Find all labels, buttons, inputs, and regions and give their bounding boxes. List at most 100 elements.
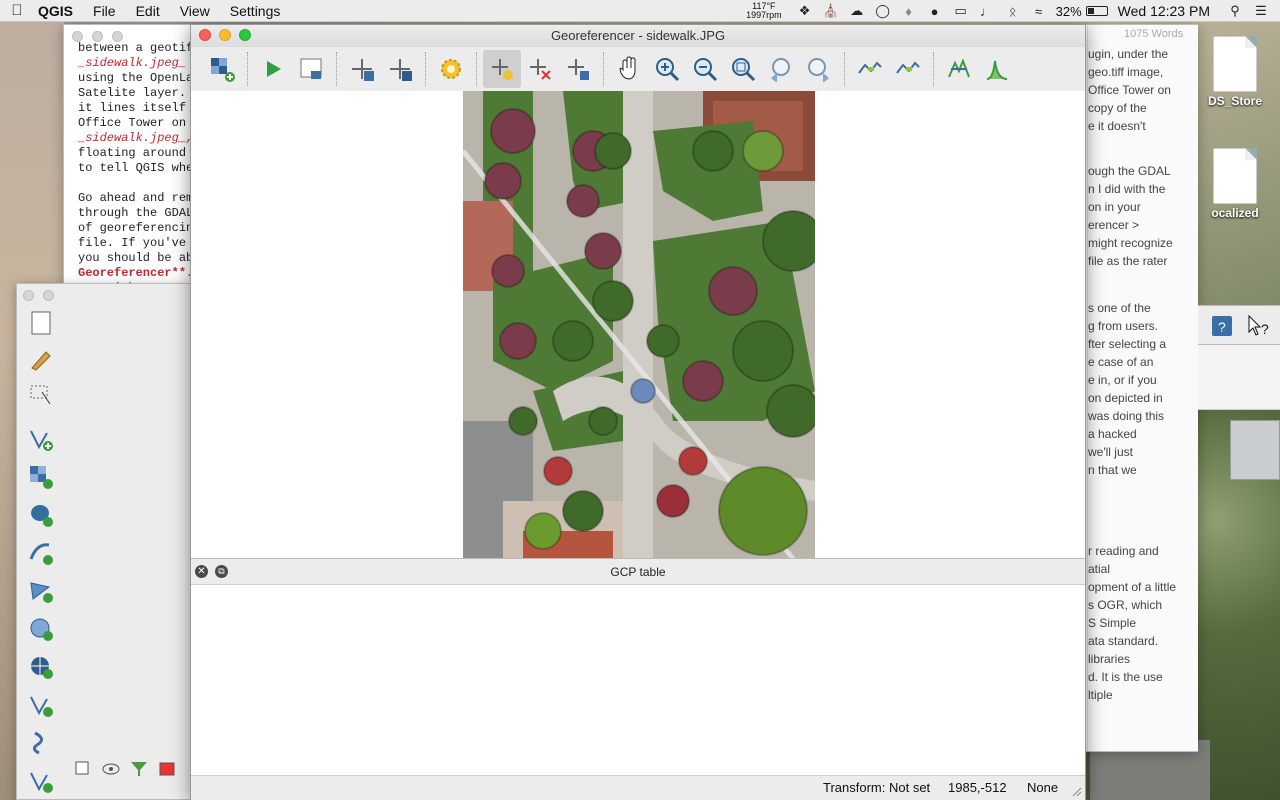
close-window-button[interactable] — [199, 29, 211, 41]
clock[interactable]: Wed 12:23 PM — [1118, 3, 1210, 19]
filter-icon[interactable] — [129, 759, 149, 779]
desktop-file-ds-store[interactable]: DS_Store — [1200, 36, 1270, 108]
notification-bell-icon[interactable]: ♦ — [896, 4, 922, 19]
volume-icon[interactable]: ♩ — [974, 4, 1000, 19]
preview-line: s OGR, which — [1088, 598, 1163, 612]
move-gcp-point-button[interactable] — [559, 50, 597, 88]
new-project-icon[interactable] — [25, 308, 57, 338]
add-raster-layer-icon[interactable] — [25, 462, 57, 492]
gdal-script-icon — [300, 58, 322, 79]
preview-line: atial — [1088, 562, 1111, 576]
preview-line: n I did with the — [1088, 182, 1166, 196]
open-raster-button[interactable] — [203, 50, 241, 88]
whats-this-icon[interactable]: ? — [1246, 314, 1272, 338]
add-point-button[interactable] — [483, 50, 521, 88]
generate-gdal-script-button[interactable] — [292, 50, 330, 88]
preview-line: a hacked — [1088, 427, 1137, 441]
resize-grip-icon[interactable] — [1072, 787, 1082, 797]
edit-pencil-icon[interactable] — [25, 344, 57, 374]
pan-button[interactable] — [610, 50, 648, 88]
bluetooth-icon[interactable]: ᛟ — [1000, 4, 1026, 19]
tree-canopy — [766, 384, 815, 438]
histogram-stretch-icon — [948, 58, 970, 78]
close-panel-icon[interactable]: ✕ — [195, 565, 208, 578]
link-georeferencer-to-qgis-button[interactable] — [851, 50, 889, 88]
add-wms-layer-icon[interactable] — [25, 614, 57, 644]
add-mssql-layer-icon[interactable] — [25, 576, 57, 606]
app-menu[interactable]: QGIS — [34, 3, 83, 19]
help-icon[interactable]: ? — [1210, 314, 1234, 338]
document-icon — [1213, 36, 1257, 92]
zoom-out-button[interactable] — [686, 50, 724, 88]
zoom-last-icon — [771, 58, 790, 82]
layer-style-icon[interactable] — [157, 759, 177, 779]
preview-line: opment of a little — [1088, 580, 1177, 594]
preview-line: ugin, under the — [1088, 47, 1169, 61]
battery-icon[interactable] — [1085, 6, 1108, 16]
float-panel-icon[interactable]: ⧉ — [215, 565, 228, 578]
add-wfs-layer-icon[interactable] — [25, 690, 57, 720]
menu-file[interactable]: File — [83, 3, 126, 19]
select-feature-icon[interactable] — [25, 380, 57, 410]
svg-text:?: ? — [1218, 319, 1226, 335]
add-delimited-text-icon[interactable] — [25, 728, 57, 758]
spotlight-search-icon[interactable]: ⚲ — [1222, 3, 1248, 19]
add-spatialite-layer-icon[interactable] — [25, 538, 57, 568]
battery-percent: 32% — [1055, 3, 1082, 19]
notification-center-icon[interactable]: ☰ — [1248, 3, 1274, 19]
zoom-out-icon — [694, 58, 718, 82]
georeferencer-map-canvas[interactable] — [191, 91, 1085, 558]
wifi-icon[interactable]: ≈ — [1026, 4, 1052, 19]
messages-icon[interactable]: ● — [922, 4, 948, 19]
window-title: Georeferencer - sidewalk.JPG — [191, 25, 1085, 47]
zoom-next-button[interactable] — [800, 50, 838, 88]
qgis-close-button[interactable] — [23, 290, 34, 301]
satellite-building — [1230, 420, 1280, 480]
airplay-icon[interactable]: ▭ — [948, 3, 974, 19]
move-point-icon — [568, 59, 589, 80]
preview-line: might recognize — [1088, 236, 1173, 250]
add-wcs-layer-icon[interactable] — [25, 652, 57, 682]
zoom-last-button[interactable] — [762, 50, 800, 88]
menu-settings[interactable]: Settings — [220, 3, 291, 19]
delete-point-button[interactable] — [521, 50, 559, 88]
zoom-window-button[interactable] — [239, 29, 251, 41]
preview-line: we'll just — [1088, 445, 1133, 459]
load-gcp-points-button[interactable] — [343, 50, 381, 88]
zoom-in-button[interactable] — [648, 50, 686, 88]
add-vector-layer-icon[interactable] — [25, 424, 57, 454]
status-bar: Transform: Not set 1985,-512 None — [191, 776, 1085, 800]
desktop-file-localized[interactable]: ocalized — [1200, 148, 1270, 220]
transformation-settings-button[interactable] — [432, 50, 470, 88]
qgis-minimize-button[interactable] — [43, 290, 54, 301]
preview-line: r reading and — [1088, 544, 1159, 558]
creative-cloud-icon[interactable]: ◯ — [870, 3, 896, 19]
dropbox-icon[interactable]: ❖ — [792, 3, 818, 19]
local-histogram-icon — [986, 60, 1008, 80]
menu-edit[interactable]: Edit — [126, 3, 170, 19]
cloud-icon[interactable]: ☁ — [844, 3, 870, 19]
zoom-in-icon — [656, 58, 680, 82]
tree-canopy — [508, 406, 538, 436]
add-postgis-layer-icon[interactable] — [25, 500, 57, 530]
minimize-window-button[interactable] — [219, 29, 231, 41]
toolbar-separator — [247, 52, 248, 86]
link-qgis-to-georeferencer-button[interactable] — [889, 50, 927, 88]
menu-view[interactable]: View — [170, 3, 220, 19]
gcp-table-header: ✕ ⧉ GCP table — [191, 558, 1085, 584]
temperature-monitor[interactable]: 117°F 1997rpm — [746, 2, 782, 20]
add-virtual-layer-icon[interactable] — [25, 766, 57, 796]
gcp-table[interactable] — [191, 584, 1085, 776]
zoom-to-layer-button[interactable] — [724, 50, 762, 88]
copy-icon[interactable] — [73, 759, 93, 779]
full-histogram-stretch-button[interactable] — [940, 50, 978, 88]
transform-status: Transform: Not set — [823, 780, 931, 795]
local-histogram-stretch-button[interactable] — [978, 50, 1016, 88]
save-gcp-points-button[interactable] — [381, 50, 419, 88]
museum-icon[interactable]: ⛪ — [818, 3, 844, 19]
apple-icon[interactable]:  — [0, 2, 34, 19]
start-georeferencing-button[interactable] — [254, 50, 292, 88]
eye-icon[interactable] — [101, 759, 121, 779]
aerial-raster-image[interactable] — [463, 91, 815, 558]
crs-status[interactable]: None — [1027, 776, 1058, 800]
